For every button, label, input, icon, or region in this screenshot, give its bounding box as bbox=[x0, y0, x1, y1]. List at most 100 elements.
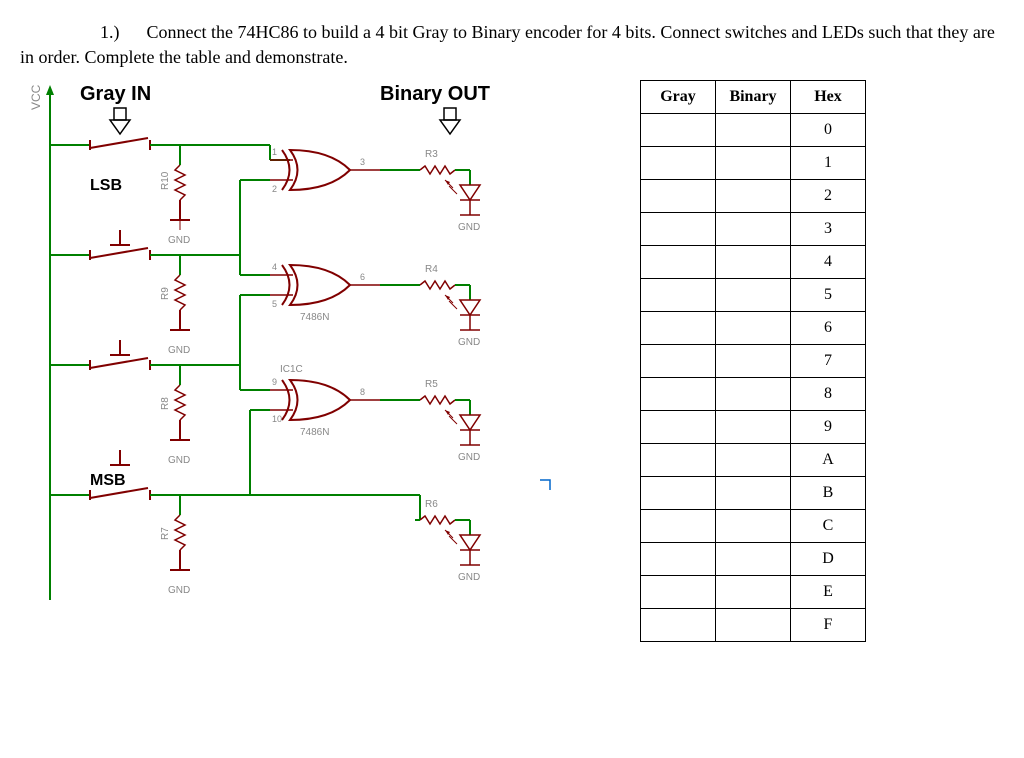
cell-binary bbox=[716, 279, 791, 312]
table-row: 0 bbox=[641, 114, 866, 147]
cell-gray bbox=[641, 213, 716, 246]
cell-binary bbox=[716, 477, 791, 510]
svg-text:10: 10 bbox=[272, 414, 282, 424]
cell-binary bbox=[716, 576, 791, 609]
led-2: R4 GND bbox=[380, 264, 480, 348]
cell-hex: 1 bbox=[791, 147, 866, 180]
svg-text:R9: R9 bbox=[160, 287, 171, 300]
cell-hex: 3 bbox=[791, 213, 866, 246]
table-row: 9 bbox=[641, 411, 866, 444]
svg-text:GND: GND bbox=[168, 345, 190, 356]
binary-out-label: Binary OUT bbox=[380, 83, 490, 105]
switch-3 bbox=[50, 358, 180, 370]
table-row: 7 bbox=[641, 345, 866, 378]
led-1: R3 GND bbox=[380, 149, 480, 233]
cell-gray bbox=[641, 312, 716, 345]
svg-text:R10: R10 bbox=[160, 172, 171, 191]
resistor-r7: R7 GND bbox=[160, 495, 190, 596]
switch-lsb bbox=[50, 138, 180, 150]
xor-gate-3: IC1C 9 10 8 7486N bbox=[270, 364, 380, 438]
cell-binary bbox=[716, 444, 791, 477]
cell-binary bbox=[716, 411, 791, 444]
svg-text:5: 5 bbox=[272, 299, 277, 309]
cell-binary bbox=[716, 147, 791, 180]
svg-text:GND: GND bbox=[168, 455, 190, 466]
cell-hex: 8 bbox=[791, 378, 866, 411]
svg-text:GND: GND bbox=[168, 585, 190, 596]
table-row: A bbox=[641, 444, 866, 477]
svg-text:R3: R3 bbox=[425, 149, 438, 160]
cell-gray bbox=[641, 147, 716, 180]
table-row: D bbox=[641, 543, 866, 576]
lsb-label: LSB bbox=[90, 177, 122, 194]
xor-gate-1: 1 2 3 bbox=[270, 147, 380, 194]
svg-text:GND: GND bbox=[458, 452, 480, 463]
cell-binary bbox=[716, 543, 791, 576]
svg-text:R5: R5 bbox=[425, 379, 438, 390]
table-row: 6 bbox=[641, 312, 866, 345]
table-row: F bbox=[641, 609, 866, 642]
xor-gate-2: 4 5 6 7486N bbox=[270, 262, 380, 323]
cell-gray bbox=[641, 576, 716, 609]
cell-hex: 9 bbox=[791, 411, 866, 444]
table-row: 2 bbox=[641, 180, 866, 213]
svg-text:4: 4 bbox=[272, 262, 277, 272]
svg-text:GND: GND bbox=[458, 337, 480, 348]
cell-gray bbox=[641, 477, 716, 510]
cell-hex: D bbox=[791, 543, 866, 576]
cell-gray bbox=[641, 345, 716, 378]
cell-hex: B bbox=[791, 477, 866, 510]
cell-gray bbox=[641, 609, 716, 642]
svg-text:7486N: 7486N bbox=[300, 312, 329, 323]
svg-text:1: 1 bbox=[272, 147, 277, 157]
svg-text:8: 8 bbox=[360, 387, 365, 397]
led-3: R5 GND bbox=[380, 379, 480, 463]
svg-text:3: 3 bbox=[360, 157, 365, 167]
cell-gray bbox=[641, 411, 716, 444]
svg-text:R4: R4 bbox=[425, 264, 438, 275]
led-4: R6 GND bbox=[415, 499, 480, 583]
cell-hex: 2 bbox=[791, 180, 866, 213]
cell-hex: 5 bbox=[791, 279, 866, 312]
table-row: E bbox=[641, 576, 866, 609]
col-binary: Binary bbox=[716, 81, 791, 114]
col-hex: Hex bbox=[791, 81, 866, 114]
cell-gray bbox=[641, 543, 716, 576]
table-row: 4 bbox=[641, 246, 866, 279]
cell-gray bbox=[641, 378, 716, 411]
table-row: 3 bbox=[641, 213, 866, 246]
svg-text:R7: R7 bbox=[160, 527, 171, 540]
cell-hex: F bbox=[791, 609, 866, 642]
cell-binary bbox=[716, 510, 791, 543]
cell-binary bbox=[716, 213, 791, 246]
cell-binary bbox=[716, 378, 791, 411]
cell-hex: E bbox=[791, 576, 866, 609]
cell-gray bbox=[641, 279, 716, 312]
cell-binary bbox=[716, 180, 791, 213]
cell-hex: 4 bbox=[791, 246, 866, 279]
msb-label: MSB bbox=[90, 472, 126, 489]
svg-text:2: 2 bbox=[272, 184, 277, 194]
resistor-r8: R8 GND bbox=[160, 365, 190, 466]
table-row: B bbox=[641, 477, 866, 510]
table-row: C bbox=[641, 510, 866, 543]
svg-text:GND: GND bbox=[168, 235, 190, 246]
table-row: 1 bbox=[641, 147, 866, 180]
cell-binary bbox=[716, 345, 791, 378]
col-gray: Gray bbox=[641, 81, 716, 114]
switch-2 bbox=[50, 248, 180, 260]
truth-table: Gray Binary Hex 0123456789ABCDEF bbox=[640, 80, 866, 642]
svg-text:7486N: 7486N bbox=[300, 427, 329, 438]
cell-gray bbox=[641, 114, 716, 147]
cell-hex: 7 bbox=[791, 345, 866, 378]
cell-gray bbox=[641, 246, 716, 279]
cell-hex: 6 bbox=[791, 312, 866, 345]
table-row: 5 bbox=[641, 279, 866, 312]
cell-binary bbox=[716, 114, 791, 147]
cell-gray bbox=[641, 180, 716, 213]
resistor-r10: R10 GND bbox=[160, 145, 190, 246]
cell-gray bbox=[641, 510, 716, 543]
svg-text:6: 6 bbox=[360, 272, 365, 282]
svg-text:IC1C: IC1C bbox=[280, 364, 303, 375]
resistor-r9: R9 GND bbox=[160, 255, 190, 356]
